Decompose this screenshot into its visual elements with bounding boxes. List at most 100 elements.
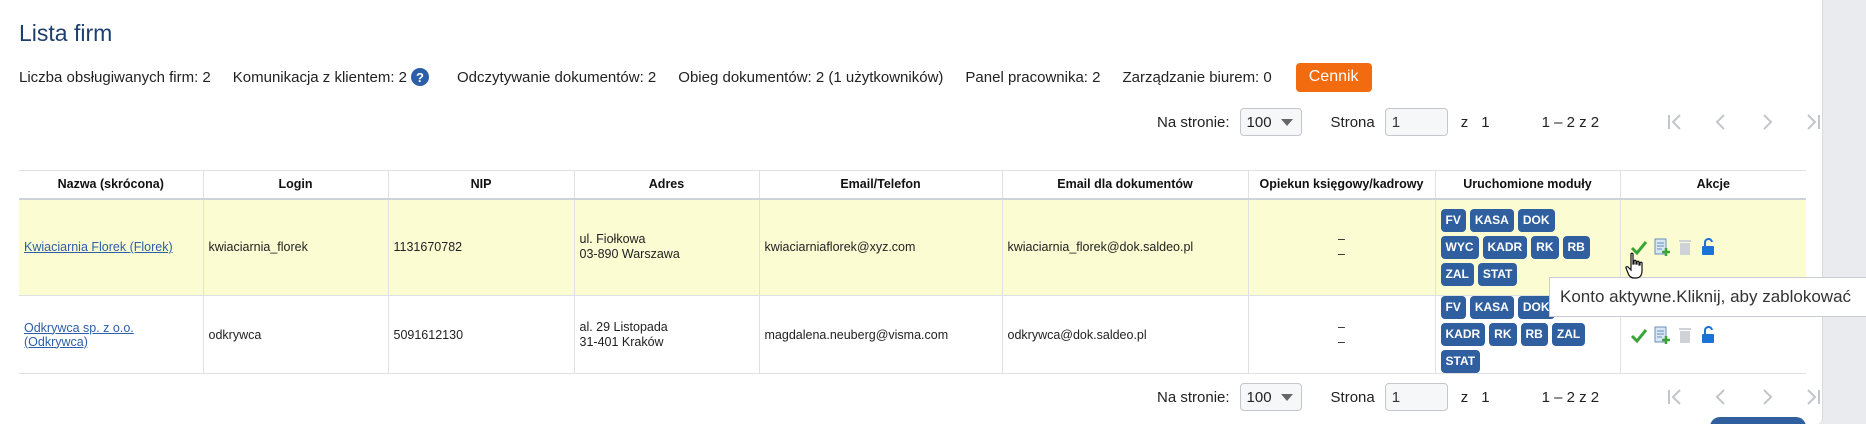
module-badge[interactable]: ZAL [1440, 262, 1474, 286]
total-pages: 1 [1481, 388, 1490, 406]
stat-communication: Komunikacja z klientem: 2 ? [232, 68, 430, 86]
module-badge[interactable]: FV [1440, 208, 1466, 232]
unlock-icon[interactable] [1699, 325, 1717, 344]
pricing-button[interactable]: Cennik [1295, 62, 1372, 92]
caretaker-cell: – – [1248, 198, 1436, 296]
scrollbar-thumb[interactable] [1846, 0, 1864, 424]
range-label: 1 – 2 z 2 [1541, 388, 1600, 406]
address-line: al. 29 Listopada [579, 319, 668, 334]
module-badge[interactable]: KADR [1482, 235, 1528, 259]
module-badge[interactable]: RK [1489, 323, 1517, 346]
floating-action-button[interactable] [1710, 417, 1806, 424]
address-cell: al. 29 Listopada 31-401 Kraków [574, 295, 760, 374]
module-badge[interactable]: DOK [1517, 208, 1555, 232]
module-badge[interactable]: RB [1520, 323, 1548, 346]
pager-bottom: Na stronie: 100 Strona z 1 1 – 2 z 2 [1157, 382, 1823, 412]
col-name[interactable]: Nazwa (skrócona) [19, 170, 204, 200]
col-address[interactable]: Adres [574, 170, 760, 200]
page-input[interactable] [1384, 108, 1448, 136]
page-input[interactable] [1384, 383, 1448, 411]
col-nip[interactable]: NIP [388, 170, 575, 200]
doc-email-cell: odkrywca@dok.saldeo.pl [1002, 295, 1249, 374]
next-page-icon[interactable] [1757, 387, 1777, 407]
per-page-label: Na stronie: [1157, 113, 1230, 131]
module-badge[interactable]: KASA [1469, 208, 1514, 232]
module-badge[interactable]: WYC [1440, 235, 1479, 259]
table-row[interactable]: Kwiaciarnia Florek (Florek) kwiaciarnia_… [19, 198, 1806, 296]
module-badge[interactable]: FV [1440, 296, 1466, 319]
stat-employee-panel: Panel pracownika: 2 [965, 68, 1101, 86]
trash-icon[interactable] [1676, 326, 1694, 344]
col-login[interactable]: Login [203, 170, 389, 200]
help-icon[interactable]: ? [411, 68, 430, 86]
address-line: 03-890 Warszawa [579, 247, 680, 262]
login-cell: odkrywca [203, 295, 389, 374]
of-label: z [1460, 388, 1469, 406]
module-badge[interactable]: STAT [1440, 350, 1481, 373]
chevron-down-icon [1280, 393, 1293, 401]
main-card: Lista firm Liczba obsługiwanych firm: 2 … [0, 0, 1823, 424]
company-link[interactable]: Kwiaciarnia Florek (Florek) [24, 240, 173, 254]
nip-cell: 5091612130 [388, 295, 575, 374]
caretaker-hr: – [1338, 247, 1345, 262]
stat-firms: Liczba obsługiwanych firm: 2 [19, 68, 211, 86]
email-cell: kwiaciarniaflorek@xyz.com [759, 198, 1003, 296]
company-link[interactable]: Odkrywca sp. z o.o. (Odkrywca) [24, 321, 134, 349]
table-row[interactable]: Odkrywca sp. z o.o. (Odkrywca) odkrywca … [19, 295, 1806, 374]
col-email[interactable]: Email/Telefon [759, 170, 1003, 200]
first-page-icon[interactable] [1665, 387, 1685, 407]
module-badge[interactable]: ZAL [1551, 323, 1586, 346]
tooltip: Konto aktywne.Kliknij, aby zablokować [1549, 277, 1866, 317]
add-document-icon[interactable] [1653, 238, 1671, 257]
page-title: Lista firm [19, 20, 113, 46]
prev-page-icon[interactable] [1711, 112, 1731, 132]
col-modules: Uruchomione moduły [1435, 170, 1621, 200]
hand-cursor-icon [1625, 252, 1643, 279]
col-caretaker[interactable]: Opiekun księgowy/kadrowy [1248, 170, 1436, 200]
caretaker-cell: – – [1248, 295, 1436, 374]
stat-office-management: Zarządzanie biurem: 0 [1122, 68, 1272, 86]
first-page-icon[interactable] [1665, 112, 1685, 132]
next-page-icon[interactable] [1757, 112, 1777, 132]
per-page-value: 100 [1246, 388, 1272, 406]
stat-reading: Odczytywanie dokumentów: 2 [457, 68, 657, 86]
module-badge[interactable]: STAT [1477, 262, 1518, 286]
check-icon[interactable] [1630, 326, 1648, 344]
firms-table: Nazwa (skrócona) Login NIP Adres Email/T… [19, 170, 1806, 374]
address-cell: ul. Fiołkowa 03-890 Warszawa [574, 198, 760, 296]
prev-page-icon[interactable] [1711, 387, 1731, 407]
module-badge[interactable]: KADR [1440, 323, 1486, 346]
col-actions: Akcje [1620, 170, 1806, 200]
page-label: Strona [1330, 113, 1375, 131]
page-scrollbar[interactable] [1842, 0, 1866, 424]
add-document-icon[interactable] [1653, 326, 1671, 344]
caretaker-hr: – [1338, 334, 1345, 349]
login-cell: kwiaciarnia_florek [203, 198, 389, 296]
table-header-row: Nazwa (skrócona) Login NIP Adres Email/T… [19, 170, 1806, 200]
trash-icon[interactable] [1676, 238, 1694, 256]
page-label: Strona [1330, 388, 1375, 406]
per-page-select[interactable]: 100 [1239, 383, 1302, 411]
chevron-down-icon [1280, 118, 1293, 126]
total-pages: 1 [1481, 113, 1490, 131]
pager-top: Na stronie: 100 Strona z 1 1 – 2 z 2 [1157, 107, 1823, 137]
col-doc-email[interactable]: Email dla dokumentów [1002, 170, 1249, 200]
per-page-label: Na stronie: [1157, 388, 1230, 406]
module-badge[interactable]: KASA [1469, 296, 1514, 319]
module-badge[interactable]: RB [1562, 235, 1590, 259]
address-line: ul. Fiołkowa [579, 232, 646, 247]
stat-circulation: Obieg dokumentów: 2 (1 użytkowników) [678, 68, 944, 86]
address-line: 31-401 Kraków [579, 334, 664, 349]
unlock-icon[interactable] [1699, 238, 1717, 256]
module-badge[interactable]: RK [1531, 235, 1559, 259]
doc-email-cell: kwiaciarnia_florek@dok.saldeo.pl [1002, 198, 1249, 296]
stats-bar: Liczba obsługiwanych firm: 2 Komunikacja… [19, 62, 1372, 92]
email-cell: magdalena.neuberg@visma.com [759, 295, 1003, 374]
range-label: 1 – 2 z 2 [1541, 113, 1600, 131]
of-label: z [1460, 113, 1469, 131]
last-page-icon[interactable] [1803, 387, 1823, 407]
last-page-icon[interactable] [1803, 112, 1823, 132]
per-page-select[interactable]: 100 [1239, 108, 1302, 136]
caretaker-accounting: – [1338, 232, 1345, 247]
stat-communication-label: Komunikacja z klientem: 2 [232, 68, 408, 86]
